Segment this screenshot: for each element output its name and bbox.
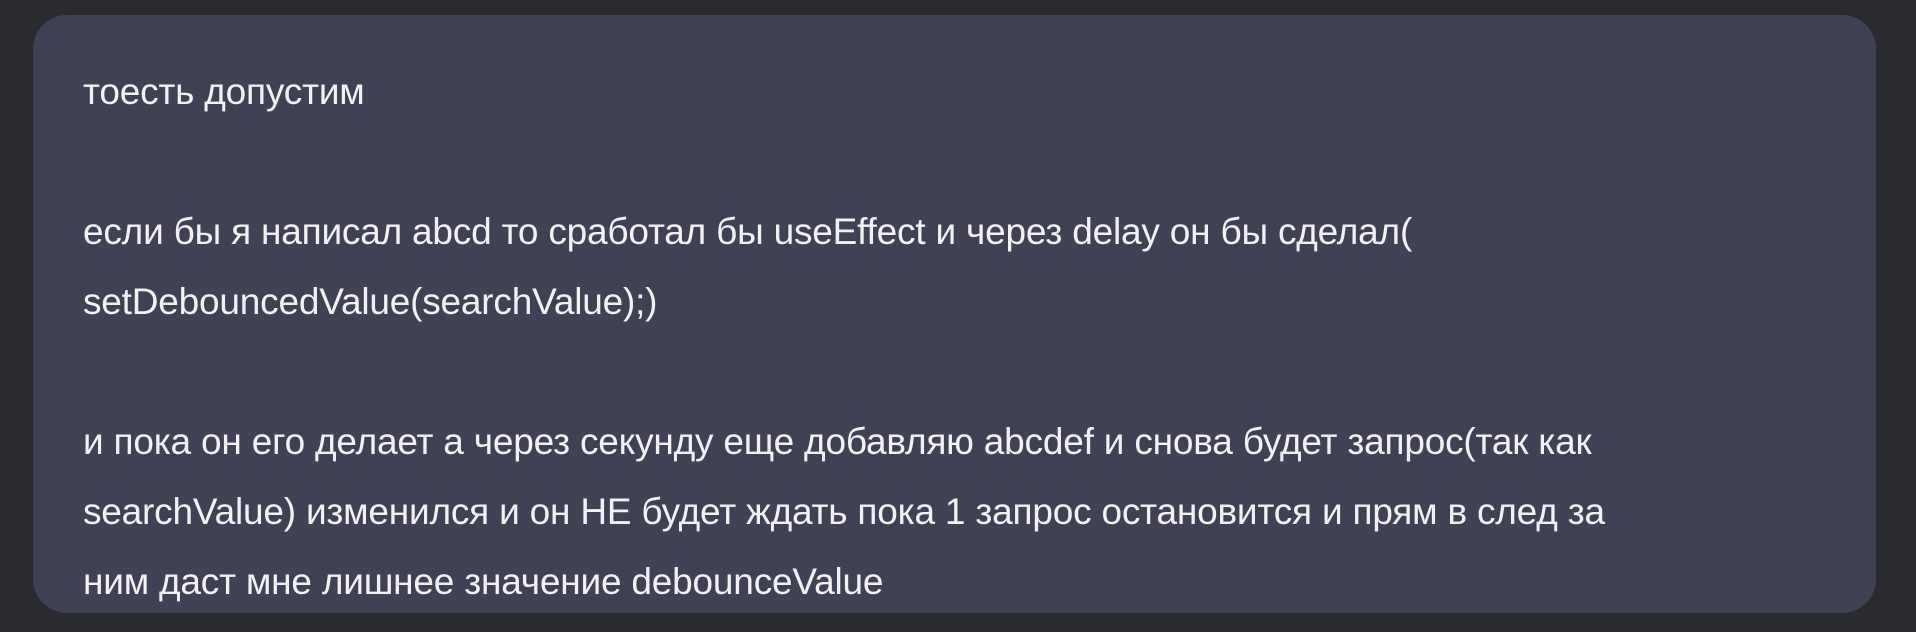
message-line: ним даст мне лишнее значение debounceVal…	[83, 561, 884, 602]
message-line: searchValue) изменился и он НЕ будет жда…	[83, 491, 1605, 532]
message-line: setDebouncedValue(searchValue);)	[83, 281, 658, 322]
message-line: если бы я написал abcd то сработал бы us…	[83, 211, 1413, 252]
user-message-bubble: тоесть допустим если бы я написал abcd т…	[33, 15, 1876, 613]
message-line: и пока он его делает а через секунду еще…	[83, 421, 1592, 462]
message-line: тоесть допустим	[83, 71, 365, 112]
